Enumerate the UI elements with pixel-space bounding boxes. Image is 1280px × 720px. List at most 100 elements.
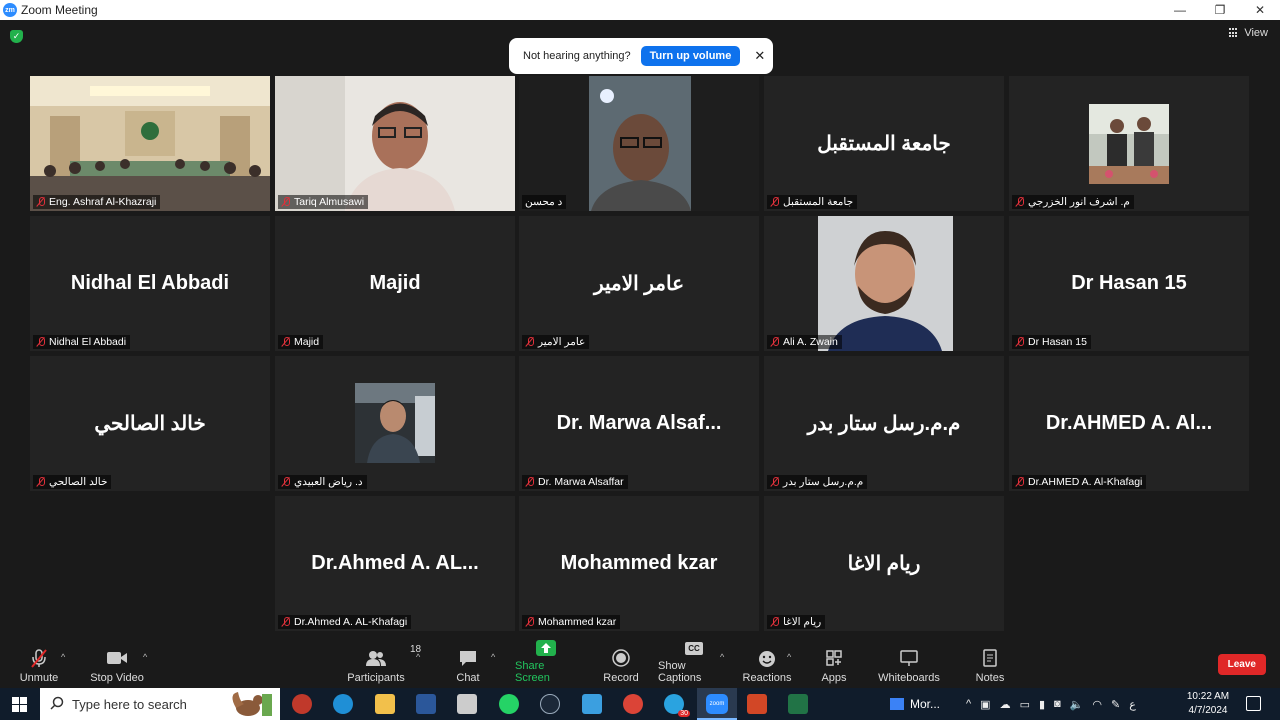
chat-button[interactable]: Chat (452, 640, 484, 688)
minimize-button[interactable]: — (1160, 0, 1200, 20)
participant-tile[interactable]: م. اشرف انور الخزرجي (1009, 76, 1249, 211)
captions-options-chevron-icon[interactable]: ^ (720, 652, 724, 662)
video-feed-conference-room (30, 76, 270, 211)
participant-display-name: Mohammed kzar (560, 552, 718, 574)
muted-mic-icon (36, 477, 46, 487)
video-camera-icon (106, 647, 128, 669)
participant-tile[interactable]: Dr.AHMED A. Al... Dr.AHMED A. Al-Khafagi (1009, 356, 1249, 491)
show-captions-button[interactable]: CC Show Captions (658, 640, 730, 688)
whiteboard-icon (899, 647, 919, 669)
participant-name: Mohammed kzar (522, 615, 621, 629)
wifi-icon[interactable]: ◠ (1092, 698, 1102, 711)
audio-options-chevron-icon[interactable]: ^ (61, 652, 65, 662)
participant-tile[interactable]: Dr Hasan 15 Dr Hasan 15 (1009, 216, 1249, 351)
share-screen-button[interactable]: Share Screen (515, 640, 577, 688)
usb-icon[interactable]: ▮ (1039, 698, 1045, 711)
clock[interactable]: 10:22 AM 4/7/2024 (1184, 690, 1232, 718)
cloud-icon[interactable]: ☁ (1000, 698, 1011, 711)
participant-display-name: Majid (369, 272, 421, 294)
zoom-taskbar-icon: zoom (706, 694, 728, 714)
participant-tile[interactable]: Dr. Marwa Alsaf... Dr. Marwa Alsaffar (519, 356, 759, 491)
taskbar-search-box[interactable]: Type here to search (40, 688, 280, 720)
participant-tile[interactable]: م.م.رسل ستار بدر م.م.رسل ستار بدر (764, 356, 1004, 491)
participant-name: Dr.AHMED A. Al-Khafagi (1012, 475, 1147, 489)
close-button[interactable]: ✕ (1240, 0, 1280, 20)
app-icon-blue[interactable] (582, 694, 602, 714)
participant-tile[interactable]: Eng. Ashraf Al-Khazraji (30, 76, 270, 211)
search-placeholder: Type here to search (72, 696, 187, 712)
record-button[interactable]: Record (602, 640, 640, 688)
participant-display-name: م.م.رسل ستار بدر (807, 413, 961, 435)
participant-name: م.م.رسل ستار بدر (767, 475, 868, 489)
participant-name: Ali A. Zwain (767, 335, 842, 349)
reactions-button[interactable]: Reactions (743, 640, 791, 688)
close-notice-icon[interactable]: ✕ (754, 48, 765, 64)
tray-app-icon[interactable]: ▣ (980, 698, 990, 711)
window-title-bar: zm Zoom Meeting — ❐ ✕ (0, 0, 1280, 20)
participants-button[interactable]: 18 Participants (345, 640, 421, 688)
muted-mic-icon (281, 617, 291, 627)
participant-display-name: ريام الاغا (847, 553, 921, 575)
stop-video-button[interactable]: Stop Video (90, 640, 144, 688)
profile-photo (818, 216, 953, 351)
app-icon-red[interactable] (292, 694, 312, 714)
participant-tile[interactable]: Nidhal El Abbadi Nidhal El Abbadi (30, 216, 270, 351)
participant-tile[interactable]: ريام الاغا ريام الاغا (764, 496, 1004, 631)
participant-tile[interactable]: Majid Majid (275, 216, 515, 351)
notification-center-icon[interactable] (1246, 696, 1261, 711)
reactions-options-chevron-icon[interactable]: ^ (787, 652, 791, 662)
participants-options-chevron-icon[interactable]: ^ (416, 652, 420, 662)
muted-mic-icon (1015, 477, 1025, 487)
telegram-icon[interactable]: 30 (664, 694, 690, 717)
unmute-button[interactable]: Unmute (18, 640, 60, 688)
video-options-chevron-icon[interactable]: ^ (143, 652, 147, 662)
participant-tile[interactable]: Ali A. Zwain (764, 216, 1004, 351)
chrome-icon[interactable] (623, 694, 643, 714)
participant-tile-active-speaker[interactable]: د محسن (519, 76, 759, 211)
meeting-stage: ✓ View Eng. Ashraf Al-Khazraji Tariq Alm… (0, 20, 1280, 640)
windows-start-icon[interactable] (12, 697, 27, 712)
volume-muted-icon[interactable]: 🔈 (1070, 698, 1084, 711)
word-icon[interactable] (416, 694, 436, 714)
excel-icon[interactable] (788, 694, 808, 714)
participant-name: د محسن (522, 195, 567, 209)
taskbar-task-widget[interactable]: Mor... (890, 688, 940, 720)
participant-tile[interactable]: Tariq Almusawi (275, 76, 515, 211)
participant-tile[interactable]: Mohammed kzar Mohammed kzar (519, 496, 759, 631)
muted-mic-icon (281, 477, 291, 487)
turn-up-volume-button[interactable]: Turn up volume (640, 46, 741, 66)
file-explorer-icon[interactable] (375, 694, 395, 714)
participant-display-name: جامعة المستقبل (817, 133, 951, 155)
battery-icon[interactable]: ▭ (1020, 698, 1030, 711)
steam-icon[interactable] (540, 694, 560, 714)
participant-tile[interactable]: خالد الصالحي خالد الصالحي (30, 356, 270, 491)
chat-options-chevron-icon[interactable]: ^ (491, 652, 495, 662)
grid-view-icon (1229, 28, 1239, 38)
keyboard-language[interactable]: ع (1129, 698, 1136, 711)
encryption-shield-icon[interactable]: ✓ (10, 30, 23, 43)
audio-notice-banner: Not hearing anything? Turn up volume ✕ (509, 38, 773, 74)
whiteboards-button[interactable]: Whiteboards (878, 640, 940, 688)
camera-icon[interactable]: ◙ (1054, 698, 1061, 710)
maximize-button[interactable]: ❐ (1200, 0, 1240, 20)
taskbar-zoom-active[interactable]: zoom (697, 688, 737, 720)
powerpoint-icon[interactable] (747, 694, 767, 714)
participant-tile[interactable]: عامر الامير عامر الامير (519, 216, 759, 351)
store-icon[interactable] (457, 694, 477, 714)
view-button[interactable]: View (1229, 27, 1268, 39)
apps-button[interactable]: Apps (818, 640, 850, 688)
participant-display-name: Dr.Ahmed A. AL... (311, 552, 479, 574)
edge-browser-icon[interactable] (333, 694, 353, 714)
muted-mic-icon (1015, 197, 1025, 207)
whatsapp-icon[interactable] (499, 694, 519, 714)
participant-name: جامعة المستقبل (767, 195, 858, 209)
pen-icon[interactable]: ✎ (1111, 698, 1120, 711)
participant-tile[interactable]: Dr.Ahmed A. AL... Dr.Ahmed A. AL-Khafagi (275, 496, 515, 631)
notes-button[interactable]: Notes (973, 640, 1007, 688)
participant-tile[interactable]: جامعة المستقبل جامعة المستقبل (764, 76, 1004, 211)
window-title: Zoom Meeting (21, 3, 98, 17)
show-hidden-icons-chevron-icon[interactable]: ^ (966, 698, 971, 710)
leave-button[interactable]: Leave (1217, 654, 1266, 675)
notification-badge: 30 (678, 710, 690, 717)
participant-tile[interactable]: د. رياض العبيدي (275, 356, 515, 491)
